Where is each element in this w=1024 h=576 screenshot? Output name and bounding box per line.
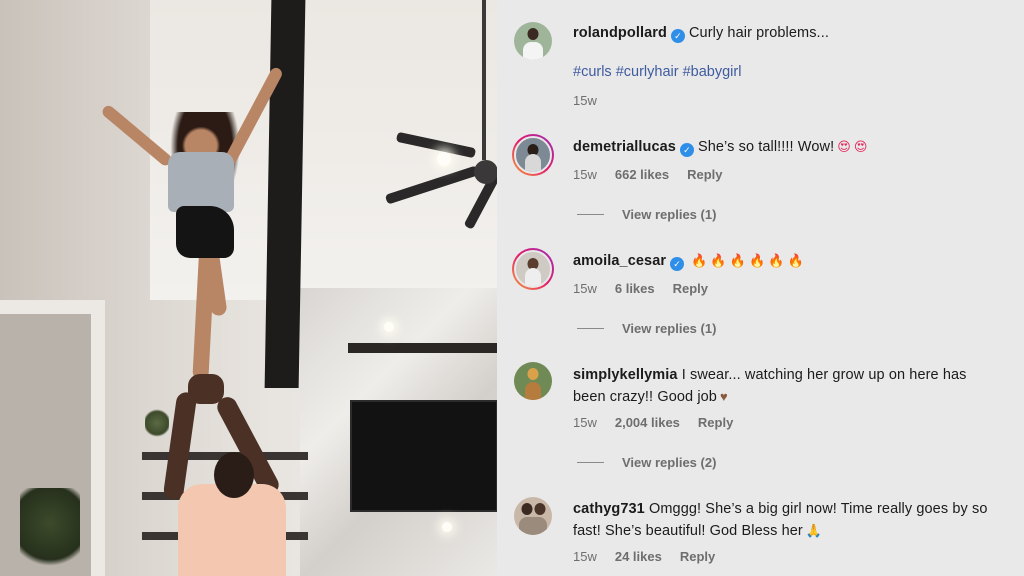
reply-divider <box>577 462 604 463</box>
view-replies-label: View replies (1) <box>622 207 717 222</box>
girl-shorts <box>176 206 234 258</box>
reply-button[interactable]: Reply <box>680 549 715 564</box>
girl-shirt <box>168 152 234 212</box>
fire-emoji-icon: 🔥 <box>768 253 785 268</box>
avatar-figure <box>525 268 541 286</box>
view-replies-label: View replies (2) <box>622 455 717 470</box>
avatar[interactable] <box>514 497 552 535</box>
fan-rod <box>482 0 486 160</box>
reply-button[interactable]: Reply <box>698 415 733 430</box>
potted-plant <box>20 488 80 576</box>
comment-meta: 15w 2,004 likes Reply <box>573 415 751 430</box>
avatar-figure <box>527 28 539 40</box>
like-count[interactable]: 2,004 likes <box>615 415 680 430</box>
ceiling-light <box>437 152 451 166</box>
verified-badge-icon: ✓ <box>670 257 685 271</box>
heart-eyes-emoji-icon: 😍 <box>837 139 851 154</box>
caption-meta: 15w <box>573 93 615 108</box>
man-hands <box>188 374 224 404</box>
reply-divider <box>577 214 604 215</box>
timestamp: 15w <box>573 167 597 182</box>
avatar-figure <box>523 42 543 60</box>
comment-line: demetriallucas ✓ She’s so tall!!!! Wow! 😍 😍 <box>573 136 1013 158</box>
view-replies-button[interactable]: View replies (1) <box>577 321 716 336</box>
television <box>350 400 497 512</box>
video-frame[interactable] <box>0 0 497 576</box>
caption-line: rolandpollard ✓ Curly hair problems... <box>573 22 1013 44</box>
avatar-figure <box>534 503 546 515</box>
timestamp: 15w <box>573 93 597 108</box>
verified-badge-icon: ✓ <box>679 143 694 157</box>
comment-meta: 15w 6 likes Reply <box>573 281 726 296</box>
comment-text: She’s so tall!!!! Wow! <box>697 139 835 155</box>
avatar-figure <box>521 503 533 515</box>
avatar[interactable] <box>512 248 554 290</box>
username[interactable]: amoila_cesar <box>573 253 666 269</box>
fire-emoji-icon: 🔥 <box>787 253 804 268</box>
caption-text: Curly hair problems... <box>688 25 829 41</box>
like-count[interactable]: 662 likes <box>615 167 669 182</box>
fire-emoji-icon: 🔥 <box>691 253 708 268</box>
comment-meta: 15w 662 likes Reply <box>573 167 740 182</box>
timestamp: 15w <box>573 281 597 296</box>
potted-plant <box>145 408 169 438</box>
verified-badge-icon: ✓ <box>670 29 685 43</box>
timestamp: 15w <box>573 415 597 430</box>
avatar-figure <box>525 154 541 172</box>
avatar-figure <box>519 517 547 535</box>
view-replies-button[interactable]: View replies (2) <box>577 455 716 470</box>
username[interactable]: simplykellymia <box>573 367 678 383</box>
fire-emoji-icon: 🔥 <box>749 253 766 268</box>
ceiling-light <box>442 522 452 532</box>
like-count[interactable]: 6 likes <box>615 281 655 296</box>
fire-emoji-icon: 🔥 <box>710 253 727 268</box>
comment-meta: 15w 24 likes Reply <box>573 549 733 564</box>
hashtags[interactable]: #curls #curlyhair #babygirl <box>573 64 741 80</box>
timestamp: 15w <box>573 549 597 564</box>
ceiling-fan <box>474 160 497 184</box>
avatar-figure <box>527 368 539 380</box>
ceiling-beam <box>264 0 306 388</box>
comment-line: cathyg731 Omggg! She’s a big girl now! T… <box>573 498 1013 542</box>
view-replies-label: View replies (1) <box>622 321 717 336</box>
comments-panel[interactable]: rolandpollard ✓ Curly hair problems... #cu… <box>497 0 1024 576</box>
man-head <box>214 452 254 498</box>
reply-button[interactable]: Reply <box>673 281 708 296</box>
avatar[interactable] <box>512 134 554 176</box>
username[interactable]: cathyg731 <box>573 501 645 517</box>
avatar[interactable] <box>514 22 552 60</box>
heart-eyes-emoji-icon: 😍 <box>853 139 868 154</box>
comment-line: amoila_cesar ✓ 🔥 🔥 🔥 🔥 🔥 🔥 <box>573 250 1013 272</box>
avatar-figure <box>525 382 541 400</box>
view-replies-button[interactable]: View replies (1) <box>577 207 716 222</box>
ceiling-light <box>384 322 394 332</box>
reply-button[interactable]: Reply <box>687 167 722 182</box>
username[interactable]: rolandpollard <box>573 25 667 41</box>
folded-hands-emoji-icon: 🙏 <box>805 523 823 538</box>
fire-emoji-icon: 🔥 <box>729 253 746 268</box>
avatar[interactable] <box>514 362 552 400</box>
mantel-shelf <box>348 343 497 353</box>
like-count[interactable]: 24 likes <box>615 549 662 564</box>
username[interactable]: demetriallucas <box>573 139 676 155</box>
reply-divider <box>577 328 604 329</box>
comment-line: simplykellymia I swear... watching her g… <box>573 364 1003 408</box>
heart-emoji-icon: ♥ <box>719 389 728 404</box>
